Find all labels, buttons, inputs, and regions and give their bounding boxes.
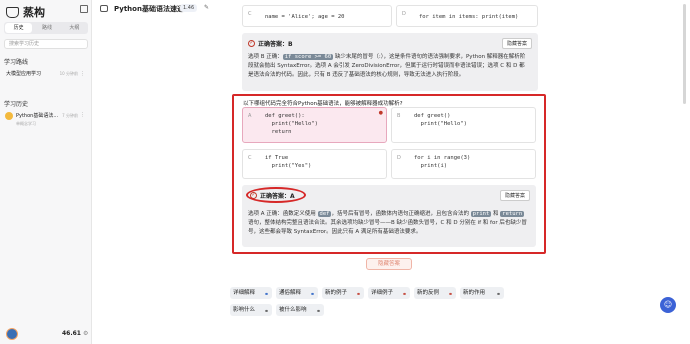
- user-bar: 46.61 ⚙: [4, 326, 88, 340]
- chat-icon: [100, 5, 108, 12]
- section-title-history: 学习历史: [4, 101, 29, 108]
- assistant-bot-icon[interactable]: ☺: [660, 297, 676, 313]
- answer-explanation: 选项 A 正确：函数定义使用 def ，括号后有冒号，函数体内语句正确缩进，且包含…: [248, 211, 527, 235]
- answer-header: ✓ 正确答案：B: [248, 39, 293, 48]
- option-text: def greet() print("Hello"): [414, 113, 467, 127]
- option-letter: A: [248, 113, 252, 119]
- link-icon: ⚭: [355, 291, 361, 298]
- history-subtitle: 单概念学习: [16, 121, 36, 126]
- option-card-c[interactable]: C if True print("Yes"): [242, 149, 387, 179]
- chip-new-use[interactable]: 新的作用 ⚭: [460, 287, 504, 299]
- history-item[interactable]: Python基础语法... 7 分钟前 ⋮ 单概念学习: [4, 111, 88, 129]
- credits-balance: 46.61: [62, 330, 81, 337]
- edit-icon[interactable]: ✎: [204, 4, 209, 11]
- chip-new-example[interactable]: 新的例子 ⚭: [322, 287, 364, 299]
- option-text: name = 'Alice'; age = 20: [265, 14, 345, 20]
- selected-mark-icon: ●: [378, 110, 383, 116]
- chip-detailed-example[interactable]: 详细例子 ⚭: [368, 287, 410, 299]
- option-card-d[interactable]: D for i in range(3) print(i): [391, 149, 536, 179]
- option-letter: D: [402, 11, 406, 17]
- chip-new-counterexample[interactable]: 新的反例 ⚭: [414, 287, 456, 299]
- code-snippet: def: [317, 211, 332, 217]
- reveal-answer-button[interactable]: 隐藏答案: [366, 258, 412, 270]
- tab-history[interactable]: 历史: [5, 23, 33, 33]
- page-title: Python基础语法速通: [114, 5, 184, 13]
- avatar[interactable]: [6, 328, 18, 340]
- code-snippet: print: [470, 211, 492, 217]
- code-snippet: if score >= 60: [282, 54, 334, 60]
- tab-outline[interactable]: 大纲: [61, 22, 88, 34]
- history-time: 7 分钟前: [62, 113, 78, 118]
- chip-affects-what[interactable]: 影响什么 ⚭: [230, 304, 272, 316]
- tab-path[interactable]: 路线: [33, 22, 60, 34]
- path-time: 10 分钟前: [59, 71, 78, 76]
- option-text: if True print("Yes"): [265, 155, 312, 169]
- sidebar-tabs: 历史 路线 大纲: [4, 22, 88, 34]
- scrollbar[interactable]: [683, 4, 686, 104]
- option-letter: C: [248, 155, 252, 161]
- section-title-paths: 学习路线: [4, 59, 29, 66]
- answer-icon: ✓: [248, 40, 255, 47]
- option-letter: B: [397, 113, 401, 119]
- question-text: 以下哪组代码完全符合Python基础语法，能够被解释器成功解析?: [243, 101, 403, 107]
- logo-icon: [6, 6, 19, 18]
- link-icon: ⚭: [263, 291, 269, 298]
- history-item-icon: [5, 112, 13, 120]
- option-card-c[interactable]: C name = 'Alice'; age = 20: [242, 5, 392, 27]
- history-title: Python基础语法...: [16, 113, 59, 119]
- logo[interactable]: 蒸构: [6, 4, 45, 20]
- link-icon: ⚭: [263, 308, 269, 315]
- option-card-b[interactable]: B def greet() print("Hello"): [391, 107, 536, 143]
- link-icon: ⚭: [401, 291, 407, 298]
- logo-text: 蒸构: [23, 6, 45, 19]
- link-icon: ⚭: [315, 308, 321, 315]
- answer-label: 正确答案：B: [258, 41, 293, 48]
- highlight-oval: [246, 187, 306, 203]
- link-icon: ⚭: [447, 291, 453, 298]
- answer-box-1: ✓ 正确答案：B 隐藏答案 选项 B 正确： if score >= 60 缺少末…: [242, 33, 538, 91]
- sidebar: 蒸构 历史 路线 大纲 搜索学习历史 学习路线 大模型应用学习 10 分钟前 ⋮…: [0, 0, 92, 344]
- path-title: 大模型应用学习: [6, 71, 42, 77]
- hide-answer-button[interactable]: 隐藏答案: [501, 38, 532, 49]
- option-card-a[interactable]: A def greet(): print("Hello") return ●: [242, 107, 387, 143]
- search-input[interactable]: 搜索学习历史: [4, 39, 88, 49]
- settings-icon[interactable]: ⚙: [83, 330, 88, 337]
- chip-detailed-explain[interactable]: 详细解释 ⚭: [230, 287, 272, 299]
- option-letter: C: [248, 11, 252, 17]
- version-badge: 1.46: [180, 4, 198, 12]
- option-card-d[interactable]: D for item in items: print(item): [396, 5, 538, 27]
- action-chips: 详细解释 ⚭ 通俗解释 ⚭ 新的例子 ⚭ 详细例子 ⚭ 新的反例 ⚭ 新的作用 ⚭ 影响什么…: [230, 287, 560, 319]
- link-icon: ⚭: [309, 291, 315, 298]
- collapse-sidebar-icon[interactable]: [80, 5, 88, 13]
- code-snippet: return: [500, 211, 525, 217]
- link-icon: ⚭: [495, 291, 501, 298]
- more-icon[interactable]: ⋮: [80, 71, 85, 77]
- answer-explanation: 选项 B 正确： if score >= 60 缺少末尾的冒号（:），这是条件语句…: [248, 54, 526, 78]
- option-text: for i in range(3) print(i): [414, 155, 471, 169]
- chip-simple-explain[interactable]: 通俗解释 ⚭: [276, 287, 318, 299]
- hide-answer-button[interactable]: 隐藏答案: [499, 190, 530, 201]
- option-text: def greet(): print("Hello") return: [265, 113, 318, 135]
- option-letter: D: [397, 155, 401, 161]
- option-text: for item in items: print(item): [419, 14, 519, 20]
- chip-affected-by[interactable]: 被什么影响 ⚭: [276, 304, 324, 316]
- path-item[interactable]: 大模型应用学习 10 分钟前 ⋮: [4, 68, 88, 82]
- more-icon[interactable]: ⋮: [80, 112, 85, 118]
